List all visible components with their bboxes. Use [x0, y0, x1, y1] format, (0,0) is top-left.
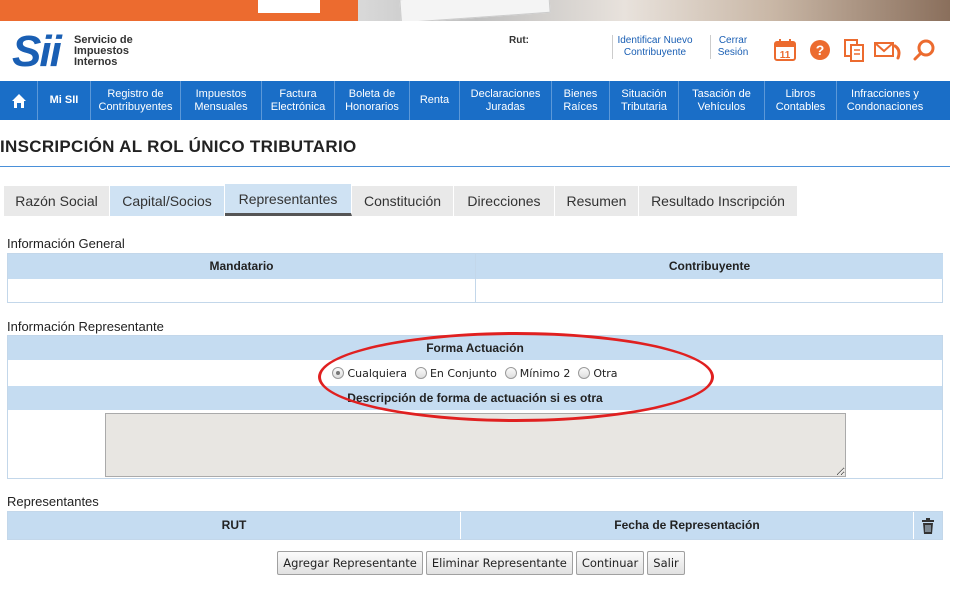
- nav-label: Boleta de: [348, 87, 396, 100]
- nav-item-libros[interactable]: Libros Contables: [765, 81, 837, 120]
- representatives-table: RUT Fecha de Representación: [7, 511, 943, 540]
- tab-resultado-inscripcion[interactable]: Resultado Inscripción: [639, 186, 798, 216]
- add-representative-button[interactable]: Agregar Representante: [277, 551, 423, 575]
- nav-item-bienes[interactable]: Bienes Raíces: [552, 81, 610, 120]
- main-nav: Mi SII Registro de Contribuyentes Impuest…: [0, 81, 950, 120]
- nav-label: Renta: [419, 94, 450, 106]
- logo-line-3: Internos: [74, 56, 118, 68]
- nav-label: Libros: [785, 87, 816, 100]
- nav-item-tasacion[interactable]: Tasación de Vehículos: [679, 81, 765, 120]
- banner-tag: [258, 0, 320, 13]
- nav-label: Factura: [279, 87, 317, 100]
- trash-icon[interactable]: [921, 517, 935, 534]
- fecha-column-header: Fecha de Representación: [461, 512, 913, 539]
- representatives-label: Representantes: [7, 494, 99, 509]
- nav-label: Registro de: [107, 87, 164, 100]
- nav-label: Impuestos: [195, 87, 247, 100]
- logout-line-2: Sesión: [717, 47, 749, 58]
- nav-label: Declaraciones: [470, 87, 541, 100]
- nav-label: Situación: [621, 87, 667, 100]
- nav-label: Contribuyentes: [98, 100, 173, 113]
- rut-label: Rut:: [509, 35, 529, 46]
- general-info-label: Información General: [7, 236, 125, 251]
- nav-label: Mi SII: [49, 94, 79, 106]
- home-icon: [11, 93, 26, 108]
- tab-resumen[interactable]: Resumen: [555, 186, 639, 216]
- nav-item-impuestos[interactable]: Impuestos Mensuales: [181, 81, 262, 120]
- representative-info-label: Información Representante: [7, 319, 164, 334]
- tab-direcciones[interactable]: Direcciones: [454, 186, 555, 216]
- calendar-day: 11: [780, 50, 791, 61]
- title-divider: [0, 166, 950, 167]
- delete-column[interactable]: [914, 512, 942, 539]
- logo-mark: Sii: [12, 27, 62, 76]
- step-tabs: Razón Social Capital/Socios Representant…: [4, 184, 798, 216]
- mandatario-header: Mandatario: [8, 254, 475, 279]
- nav-item-infracciones[interactable]: Infracciones y Condonaciones: [837, 81, 933, 120]
- tab-constitucion[interactable]: Constitución: [352, 186, 454, 216]
- nav-label: Mensuales: [194, 100, 248, 113]
- general-info-table: Mandatario Contribuyente: [7, 253, 943, 303]
- nav-item-mi-sii[interactable]: Mi SII: [38, 81, 91, 120]
- identify-line-1: Identificar Nuevo: [617, 35, 693, 46]
- site-header: Sii Servicio de Impuestos Internos Rut: …: [0, 21, 950, 81]
- nav-label: Tributaria: [620, 100, 668, 113]
- tab-razon-social[interactable]: Razón Social: [4, 186, 110, 216]
- logo-text: Servicio de Impuestos Internos: [74, 35, 154, 68]
- nav-label: Honorarios: [345, 100, 399, 113]
- logout-link[interactable]: Cerrar Sesión: [710, 35, 755, 59]
- nav-label: Contables: [775, 100, 826, 113]
- column-divider: [475, 254, 476, 302]
- nav-label: Raíces: [563, 100, 598, 113]
- nav-item-situacion[interactable]: Situación Tributaria: [610, 81, 679, 120]
- search-icon[interactable]: [912, 38, 936, 62]
- nav-label: Juradas: [485, 100, 526, 113]
- identify-taxpayer-link[interactable]: Identificar Nuevo Contribuyente: [612, 35, 697, 59]
- contribuyente-header: Contribuyente: [476, 254, 943, 279]
- documents-icon[interactable]: [842, 38, 866, 62]
- help-icon[interactable]: ?: [808, 38, 832, 62]
- action-buttons: Agregar Representante Eliminar Represent…: [0, 551, 950, 575]
- nav-item-renta[interactable]: Renta: [410, 81, 460, 120]
- nav-label: Vehículos: [697, 100, 746, 113]
- logout-line-1: Cerrar: [718, 35, 748, 46]
- nav-label: Tasación de: [692, 87, 751, 100]
- exit-button[interactable]: Salir: [647, 551, 685, 575]
- tab-representantes[interactable]: Representantes: [225, 184, 352, 216]
- nav-item-declaraciones[interactable]: Declaraciones Juradas: [460, 81, 552, 120]
- remove-representative-button[interactable]: Eliminar Representante: [425, 551, 573, 575]
- nav-item-boleta[interactable]: Boleta de Honorarios: [335, 81, 410, 120]
- calendar-icon[interactable]: 11: [773, 38, 797, 62]
- annotation-ellipse: [318, 332, 714, 422]
- rut-column-header: RUT: [8, 512, 460, 539]
- nav-item-factura[interactable]: Factura Electrónica: [262, 81, 335, 120]
- descripcion-textarea[interactable]: [105, 413, 846, 477]
- sii-logo[interactable]: Sii Servicio de Impuestos Internos: [12, 27, 142, 76]
- identify-line-2: Contribuyente: [623, 47, 687, 58]
- nav-label: Electrónica: [270, 100, 326, 113]
- nav-label: Bienes: [563, 87, 598, 100]
- top-banner: [0, 0, 950, 21]
- svg-text:?: ?: [816, 42, 825, 58]
- home-button[interactable]: [0, 81, 38, 120]
- tab-capital-socios[interactable]: Capital/Socios: [110, 186, 225, 216]
- mail-phone-icon[interactable]: [874, 38, 904, 62]
- nav-label: Infracciones y: [851, 87, 919, 100]
- nav-label: Condonaciones: [846, 100, 924, 113]
- page-title: INSCRIPCIÓN AL ROL ÚNICO TRIBUTARIO: [0, 137, 357, 156]
- nav-item-registro[interactable]: Registro de Contribuyentes: [91, 81, 181, 120]
- continue-button[interactable]: Continuar: [575, 551, 645, 575]
